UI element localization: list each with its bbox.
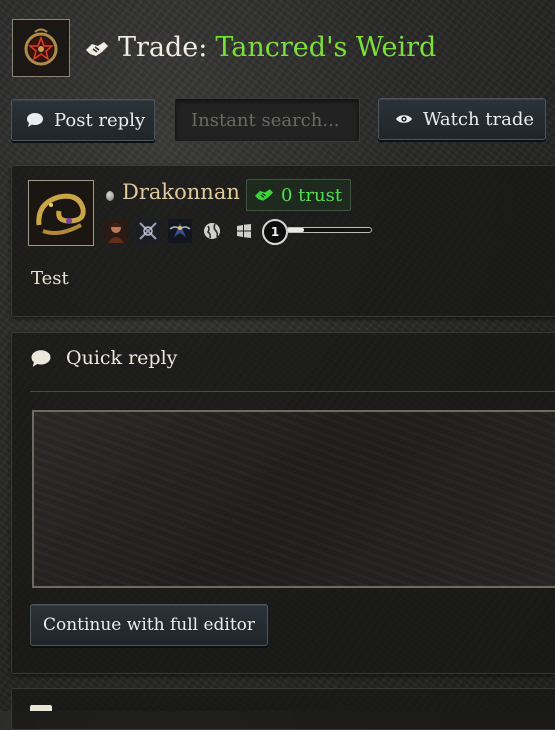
user-level: 1 bbox=[262, 219, 288, 245]
title-prefix: Trade: bbox=[118, 31, 208, 63]
windows-icon[interactable] bbox=[232, 219, 256, 243]
continue-full-editor-label: Continue with full editor bbox=[42, 615, 256, 635]
thread-icon bbox=[12, 19, 70, 77]
post-reply-label: Post reply bbox=[54, 109, 146, 131]
post-reply-button[interactable]: Post reply bbox=[11, 99, 155, 141]
speech-bubble-icon bbox=[27, 113, 43, 127]
level-progress-fill bbox=[287, 228, 304, 232]
watch-trade-button[interactable]: Watch trade bbox=[378, 98, 546, 140]
handshake-icon bbox=[84, 36, 110, 58]
reply-editor-textarea[interactable] bbox=[32, 410, 555, 588]
search-placeholder: Instant search... bbox=[191, 109, 340, 131]
globe-icon[interactable] bbox=[200, 219, 224, 243]
trust-label: 0 trust bbox=[281, 184, 343, 206]
page-title: Trade: Tancred's Weird bbox=[84, 27, 436, 67]
user-badges bbox=[104, 218, 264, 244]
quick-reply-title: Quick reply bbox=[66, 347, 178, 369]
title-name: Tancred's Weird bbox=[215, 31, 437, 63]
instant-search-input[interactable]: Instant search... bbox=[174, 98, 360, 142]
continue-full-editor-button[interactable]: Continue with full editor bbox=[30, 604, 268, 646]
angel-emblem-icon[interactable] bbox=[168, 219, 192, 243]
list-icon bbox=[30, 705, 52, 711]
next-panel bbox=[11, 688, 555, 730]
level-progress-bar bbox=[286, 227, 372, 233]
online-status-indicator bbox=[106, 191, 114, 201]
quick-reply-header: Quick reply bbox=[30, 347, 177, 369]
eye-icon bbox=[396, 115, 412, 123]
watch-trade-label: Watch trade bbox=[423, 108, 535, 130]
divider bbox=[30, 391, 555, 392]
character-portrait-icon[interactable] bbox=[104, 219, 128, 243]
post-body: Test bbox=[31, 268, 69, 289]
crossed-swords-icon[interactable] bbox=[136, 219, 160, 243]
handshake-icon bbox=[255, 189, 273, 201]
speech-bubble-icon bbox=[31, 349, 51, 367]
post-username[interactable]: Drakonnan bbox=[122, 180, 240, 204]
avatar[interactable] bbox=[28, 180, 94, 246]
trust-badge[interactable]: 0 trust bbox=[246, 179, 352, 211]
